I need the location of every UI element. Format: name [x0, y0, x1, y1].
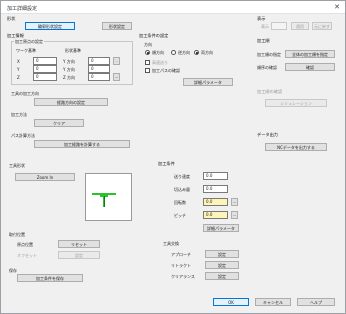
display-heading: 表示 [257, 16, 266, 21]
spindle-input[interactable]: 0.0 [203, 198, 228, 206]
row1-input-2[interactable]: 0 [88, 57, 110, 65]
shape-reference-label: 形状基準 [65, 48, 81, 53]
row1-browse-button[interactable]: … [113, 57, 120, 65]
offset-label: オフセット [17, 253, 37, 258]
depth-label: 切込み量 [174, 187, 190, 192]
compute-path-button[interactable]: 加工経路を計算する [34, 140, 130, 148]
row1-label: X [17, 59, 20, 64]
display-field[interactable] [271, 22, 287, 30]
row3-label: Z [17, 75, 20, 80]
save-heading: 保存 [9, 268, 17, 273]
mount-position-heading: 取付位置 [9, 232, 25, 237]
offset-setting-button[interactable]: 設定 [58, 251, 100, 259]
both-radio-label: 両方向 [201, 50, 213, 55]
order-confirm-heading: 加工順の確認 [257, 89, 283, 94]
both-radio[interactable] [194, 50, 199, 55]
row3-input-2[interactable]: 0 [88, 73, 110, 81]
forward-radio[interactable] [145, 50, 150, 55]
direction-heading: 方向 [144, 42, 152, 47]
row2-input-2[interactable]: 0 [88, 65, 110, 73]
approach-button[interactable]: 設定 [205, 250, 239, 258]
dialog-window: 加工詳細設定 ✕ 形状 輪郭形状設定 形状設定 加工情報 加工原点の設定 ワーク… [0, 0, 346, 314]
retract-button[interactable]: 設定 [205, 261, 239, 269]
rapid-feed-checkbox[interactable] [145, 60, 150, 65]
row2-label: Y [17, 67, 20, 72]
approach-label: アプローチ [171, 252, 191, 257]
retract-label: リトラクト [171, 263, 191, 268]
order-spec-button[interactable]: 全体の加工順を指定 [285, 50, 335, 58]
origin-position-label: 原点位置 [17, 242, 33, 247]
order-check-label: 順序の確認 [257, 65, 277, 70]
reverse-radio-label: 逆方向 [178, 50, 190, 55]
row1-label-2: Y 方向 [63, 59, 75, 64]
contour-shape-button[interactable]: 輪郭形状設定 [25, 22, 75, 30]
params-detail-button[interactable]: 詳細パラメータ [203, 224, 239, 232]
simulation-button[interactable]: シミュレーション [265, 99, 327, 107]
ok-button[interactable]: OK [213, 298, 249, 306]
zoom-in-button[interactable]: Zoom In [15, 173, 75, 181]
spindle-label: 回転数 [174, 200, 186, 205]
order-heading: 加工順 [257, 38, 270, 43]
close-icon[interactable]: ✕ [332, 3, 342, 12]
tool-preview-graphic [92, 193, 116, 207]
display-label: 表示 [261, 24, 269, 29]
clearance-button[interactable]: 設定 [205, 272, 239, 280]
order-spec-label: 加工順の指定 [257, 52, 281, 57]
tool-shape-heading: 工具形状 [9, 163, 25, 168]
row2-input[interactable]: 0 [33, 65, 57, 73]
row3-input[interactable]: 0 [33, 73, 57, 81]
pitch-input[interactable]: 0.0 [203, 211, 228, 219]
conditions-heading: 加工条件の設定 [139, 33, 169, 38]
tool-preview-canvas [85, 173, 132, 221]
help-button[interactable]: ヘルプ [297, 298, 335, 306]
revert-button[interactable]: 元に戻す [312, 22, 332, 30]
clearance-label: クリアランス [171, 274, 195, 279]
spindle-browse-button[interactable]: … [231, 198, 238, 206]
tool-change-heading: 工具交換 [163, 241, 179, 246]
feed-rate-input[interactable]: 0.0 [203, 172, 228, 180]
tool-direction-heading: 工具の加工方向 [11, 91, 39, 96]
params-heading: 加工条件 [158, 161, 175, 166]
forward-radio-label: 順方向 [152, 50, 164, 55]
pitch-label: ピッチ [174, 213, 186, 218]
path-check-label: 加工パスの確認 [152, 68, 180, 73]
clear-button[interactable]: クリア [34, 119, 84, 127]
machining-info-heading: 加工情報 [7, 33, 24, 38]
path-check-checkbox[interactable] [145, 68, 150, 73]
row3-browse-button[interactable]: … [113, 73, 120, 81]
origin-group-title: 加工原点の設定 [14, 39, 44, 44]
work-reference-label: ワーク基準 [16, 48, 36, 53]
title-bar: 加工詳細設定 ✕ [1, 1, 345, 14]
detail-params-button[interactable]: 詳細パラメータ [183, 78, 233, 86]
path-direction-button[interactable]: 経路方向の設定 [34, 98, 108, 106]
pitch-browse-button[interactable]: … [231, 211, 238, 219]
shape-setting-button[interactable]: 形状設定 [102, 22, 132, 30]
order-check-button[interactable]: 確認 [285, 63, 335, 71]
row2-label-2: Y 方向 [63, 67, 75, 72]
row3-label-2: Z 方向 [63, 75, 76, 80]
rapid-feed-label: 高速送り [152, 60, 168, 65]
method-heading: 加工方法 [11, 112, 27, 117]
path-calc-heading: パス計算方法 [11, 133, 35, 138]
save-conditions-button[interactable]: 加工条件を保存 [17, 274, 83, 282]
feed-rate-label: 送り速度 [174, 174, 190, 179]
reverse-radio[interactable] [171, 50, 176, 55]
depth-input[interactable]: 0.0 [203, 185, 228, 193]
window-title: 加工詳細設定 [7, 6, 38, 12]
cancel-button[interactable]: キャンセル [255, 298, 291, 306]
row1-input[interactable]: 0 [33, 57, 57, 65]
shape-heading: 形状 [7, 16, 16, 21]
reset-button[interactable]: リセット [58, 240, 100, 248]
apply-button[interactable]: 適用 [291, 22, 309, 30]
data-output-heading: データ出力 [257, 132, 278, 137]
nc-output-button[interactable]: NCデータを出力する [265, 143, 327, 151]
